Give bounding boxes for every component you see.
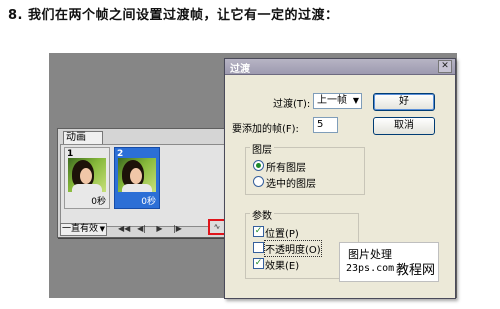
cancel-button[interactable]: 取消 — [373, 117, 435, 135]
watermark-line3: 教程网 — [396, 263, 436, 278]
all-layers-label[interactable]: 所有图层 — [266, 159, 306, 174]
parameters-group-title: 参数 — [250, 207, 274, 222]
previous-frame-button[interactable]: ◀| — [136, 223, 147, 234]
play-button[interactable]: ▶ — [154, 223, 165, 234]
frame-1[interactable]: 1 0秒 — [64, 147, 110, 209]
chevron-down-icon: ▼ — [352, 96, 359, 105]
layers-group-title: 图层 — [250, 141, 274, 156]
headline: 8. 我们在两个帧之间设置过渡帧，让它有一定的过渡： — [8, 8, 339, 23]
frame-delay[interactable]: 0秒 — [141, 194, 156, 207]
watermark: 图片处理 23ps.com 教程网 — [339, 242, 439, 282]
frame-2[interactable]: 2 0秒 — [114, 147, 160, 209]
loop-select[interactable]: 一直有效 ▼ — [60, 223, 107, 236]
position-checkbox[interactable]: ✓ — [253, 226, 264, 237]
close-icon[interactable]: ✕ — [438, 60, 452, 73]
radio-selected-layers[interactable] — [253, 176, 264, 187]
frames-to-add-label: 要添加的帧(F): — [232, 124, 299, 135]
watermark-line1: 图片处理 — [348, 248, 392, 261]
position-label[interactable]: 位置(P) — [265, 225, 299, 240]
frames-area: 1 0秒 2 0秒 — [60, 144, 229, 227]
loop-value: 一直有效 — [62, 224, 99, 234]
tween-with-label: 过渡(T): — [273, 99, 311, 110]
frame-thumbnail — [68, 158, 106, 192]
animation-controls: 一直有效 ▼ ◀◀ ◀| ▶ |▶ ∿ — [60, 219, 229, 236]
dialog-title: 过渡 — [230, 64, 250, 75]
opacity-label[interactable]: 不透明度(O) — [264, 240, 322, 257]
tween-with-select[interactable]: 上一帧 ▼ — [313, 93, 362, 109]
tab-animation[interactable]: 动画 — [63, 131, 103, 144]
dialog-titlebar[interactable]: 过渡 ✕ — [225, 59, 455, 75]
opacity-checkbox[interactable] — [253, 242, 264, 253]
animation-panel: 动画 1 0秒 2 0秒 一直有效 ▼ ◀◀ ◀| ▶ |▶ ∿ — [57, 128, 232, 238]
effects-label[interactable]: 效果(E) — [265, 257, 299, 272]
layers-group: 图层 所有图层 选中的图层 — [245, 141, 365, 195]
frame-thumbnail — [118, 158, 156, 192]
next-frame-button[interactable]: |▶ — [172, 223, 183, 234]
effects-checkbox[interactable]: ✓ — [253, 258, 264, 269]
frame-delay[interactable]: 0秒 — [91, 194, 106, 207]
first-frame-button[interactable]: ◀◀ — [118, 223, 130, 234]
tween-with-value: 上一帧 — [317, 95, 347, 106]
watermark-line2: 23ps.com — [346, 263, 395, 274]
frames-to-add-input[interactable]: 5 — [313, 117, 338, 133]
radio-all-layers[interactable] — [253, 160, 264, 171]
selected-layers-label[interactable]: 选中的图层 — [266, 175, 316, 190]
ok-button[interactable]: 好 — [373, 93, 435, 111]
